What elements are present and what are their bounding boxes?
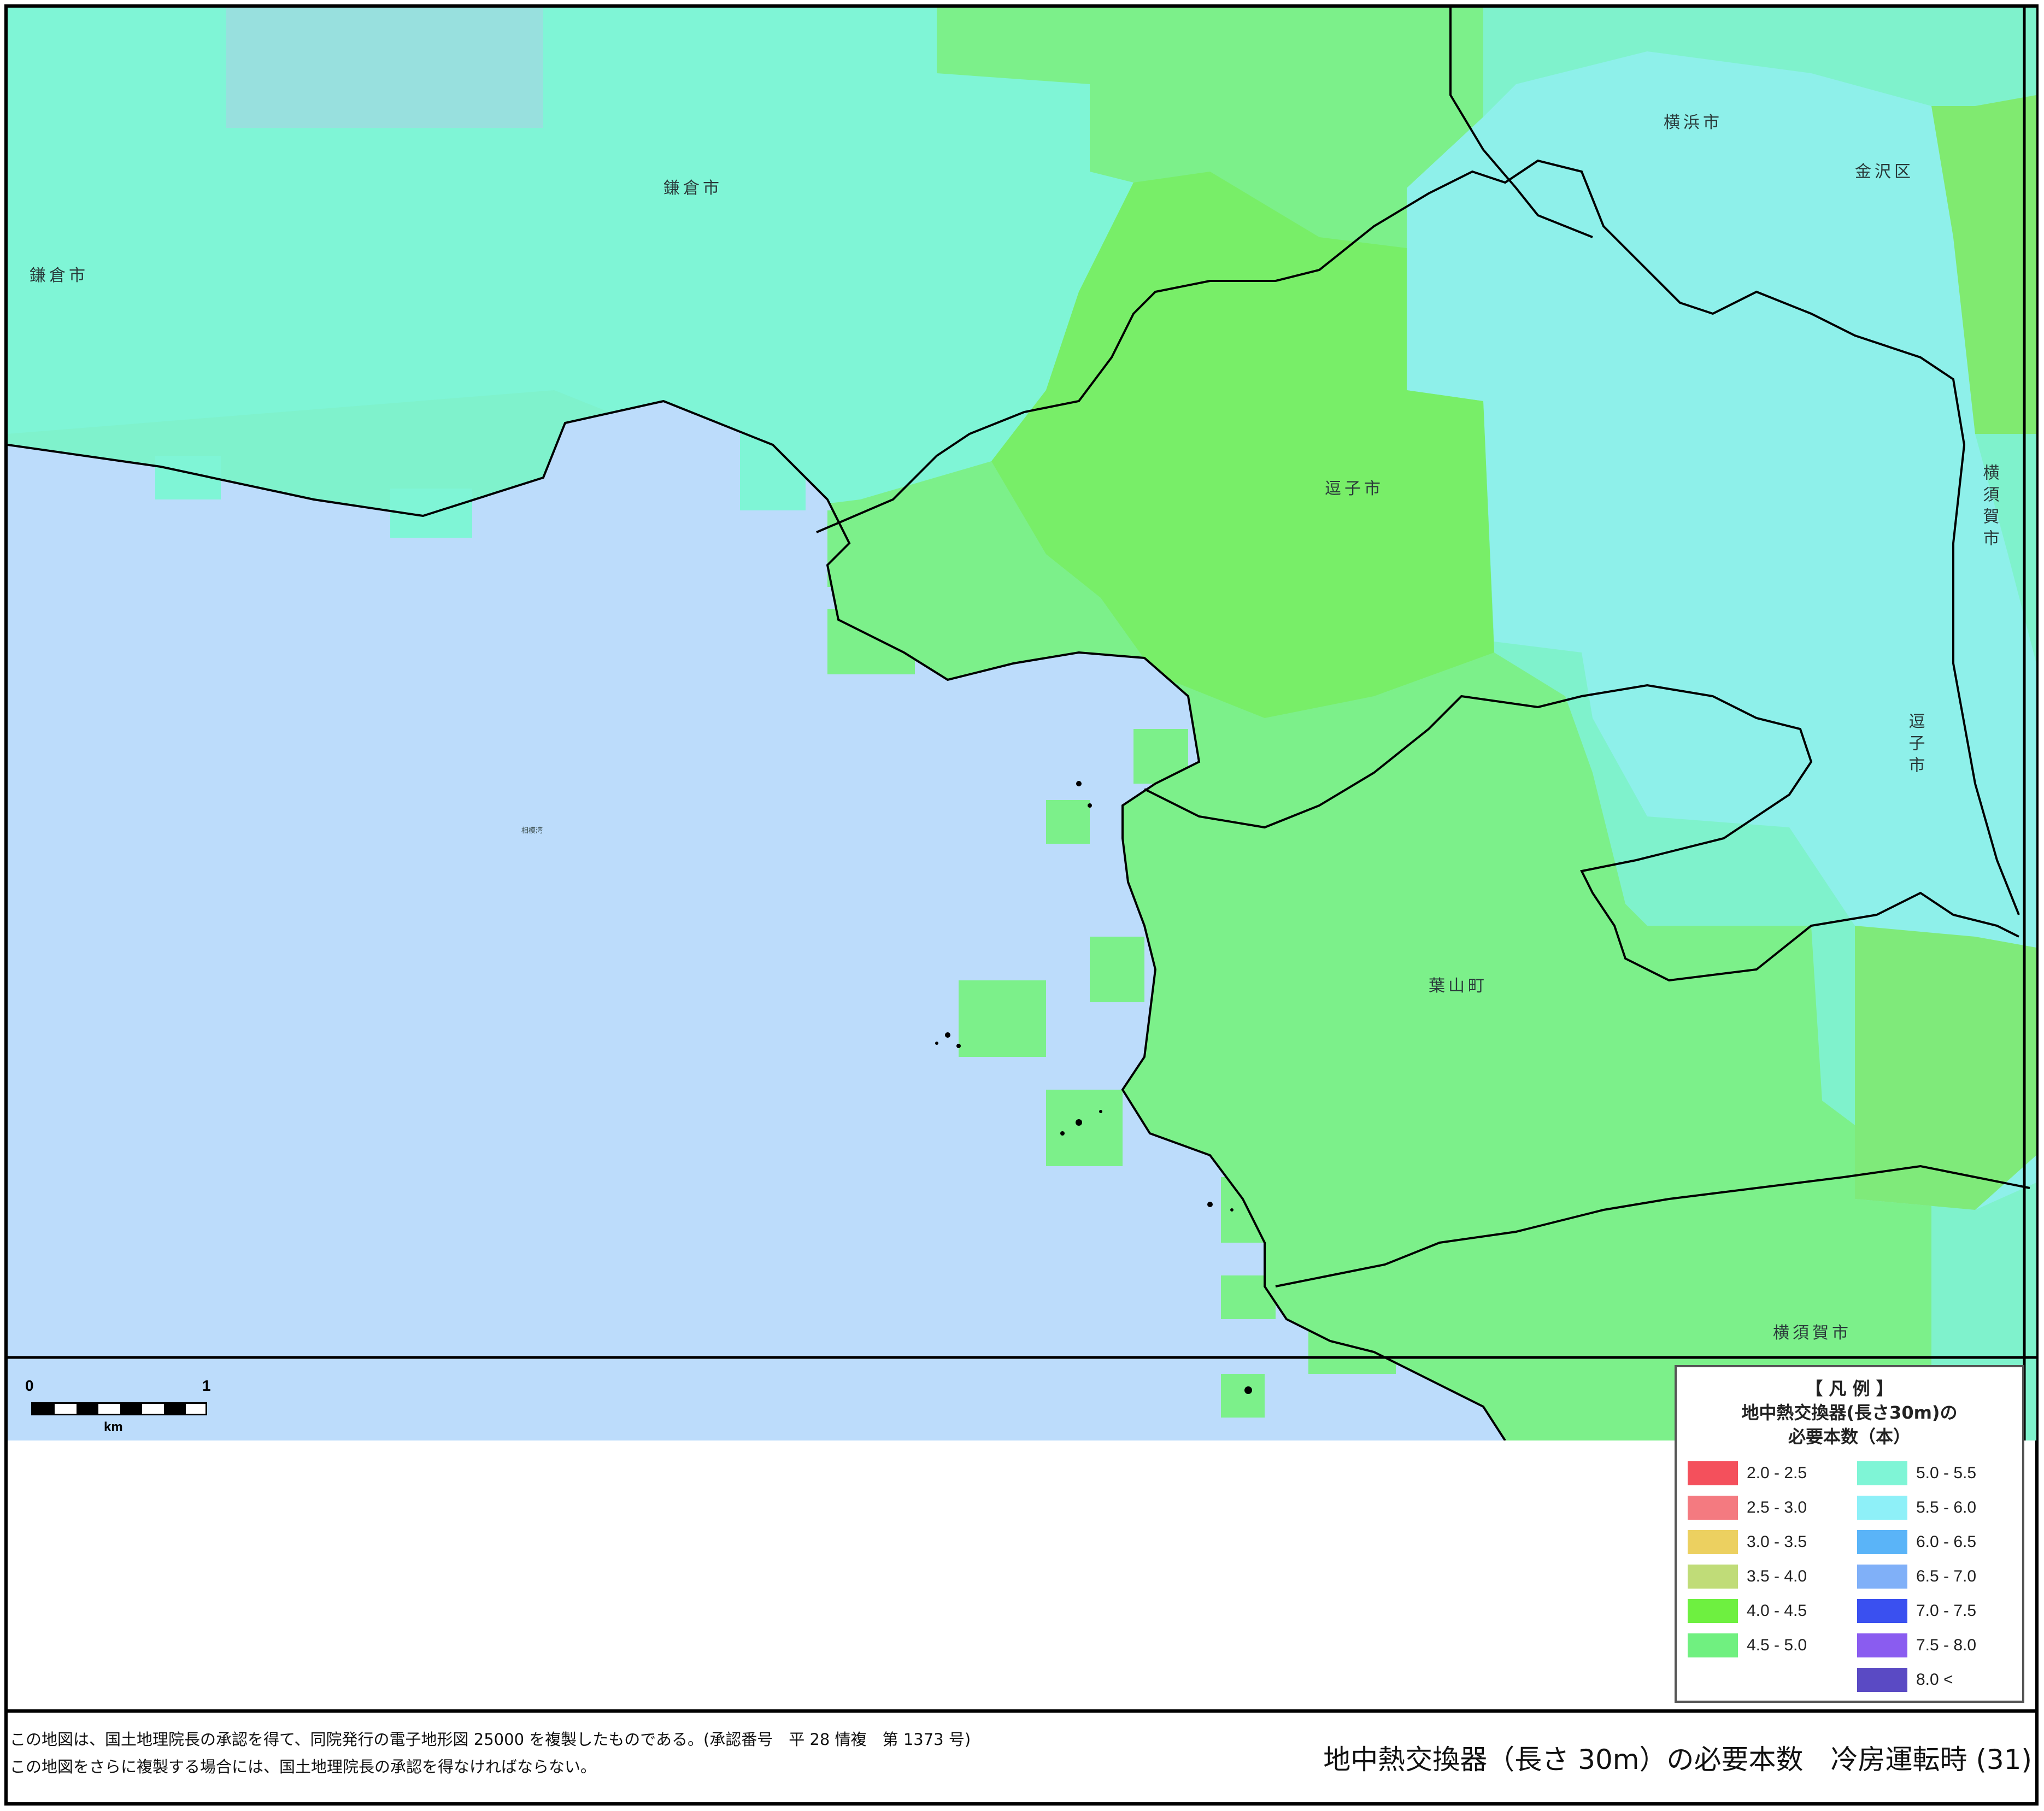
coast-block [1133, 729, 1188, 784]
legend-swatch [1688, 1496, 1738, 1520]
legend-item: 3.5 - 4.0 [1688, 1565, 1807, 1589]
legend: 【 凡 例 】 地中熱交換器(長さ30m)の 必要本数（本） 2.0 - 2.5… [1675, 1365, 2024, 1703]
legend-label: 5.0 - 5.5 [1916, 1464, 1977, 1482]
legend-swatch [1857, 1530, 1907, 1554]
scale-bar: 0 1 km [22, 1377, 219, 1437]
legend-title-line1: 地中熱交換器(長さ30m)の [1741, 1402, 1958, 1423]
place-label-kamakura-center: 鎌倉市 [663, 179, 723, 198]
place-label-yokosuka-south: 横須賀市 [1773, 1324, 1852, 1343]
legend-label: 6.5 - 7.0 [1916, 1567, 1977, 1585]
legend-item: 7.5 - 8.0 [1857, 1633, 1976, 1657]
legend-swatch [1688, 1599, 1738, 1623]
legend-swatch [1688, 1461, 1738, 1485]
legend-label: 2.5 - 3.0 [1747, 1498, 1807, 1516]
legend-heading: 【 凡 例 】 [1805, 1378, 1894, 1399]
coast-block [1046, 1090, 1123, 1166]
legend-label: 4.5 - 5.0 [1747, 1636, 1807, 1654]
place-label-yokohama: 横浜市 [1664, 113, 1723, 132]
legend-swatch [1857, 1496, 1907, 1520]
legend-item: 7.0 - 7.5 [1857, 1599, 1976, 1623]
copyright-note-line1: この地図は、国土地理院長の承認を得て、同院発行の電子地形図 25000 を複製し… [10, 1730, 971, 1749]
legend-label: 3.5 - 4.0 [1747, 1567, 1807, 1585]
legend-item: 8.0 < [1857, 1668, 1953, 1692]
legend-item: 5.5 - 6.0 [1857, 1496, 1976, 1520]
zone-green-se [1855, 926, 2036, 1210]
legend-swatch [1857, 1461, 1907, 1485]
legend-label: 8.0 < [1916, 1671, 1953, 1689]
legend-item: 5.0 - 5.5 [1857, 1461, 1976, 1485]
legend-item: 3.0 - 3.5 [1688, 1530, 1807, 1554]
legend-swatch [1857, 1633, 1907, 1657]
place-label-zushi-center: 逗子市 [1325, 479, 1384, 498]
legend-swatch [1857, 1668, 1907, 1692]
copyright-note-line2: この地図をさらに複製する場合には、国土地理院長の承認を得なければならない。 [10, 1757, 597, 1776]
place-label-kanazawa: 金沢区 [1855, 162, 1914, 181]
legend-swatch [1688, 1565, 1738, 1589]
coast-block [1090, 937, 1144, 1002]
urban-area [226, 8, 543, 128]
place-label-kamakura-west: 鎌倉市 [30, 266, 89, 285]
place-label-yokosuka-east: 横須賀市 [1980, 464, 2000, 551]
legend-swatch [1857, 1565, 1907, 1589]
legend-title-line2: 必要本数（本） [1788, 1426, 1911, 1447]
scale-graphic [31, 1402, 207, 1415]
map-area[interactable]: 鎌倉市 鎌倉市 逗子市 葉山町 横浜市 金沢区 横須賀市 横須賀市 逗子市 相模… [8, 8, 2036, 1440]
legend-item: 4.0 - 4.5 [1688, 1599, 1807, 1623]
legend-item: 2.0 - 2.5 [1688, 1461, 1807, 1485]
legend-swatch [1688, 1530, 1738, 1554]
coast-block [1221, 1374, 1265, 1418]
coast-block [827, 609, 915, 674]
legend-swatch [1857, 1599, 1907, 1623]
legend-item: 6.0 - 6.5 [1857, 1530, 1976, 1554]
legend-label: 2.0 - 2.5 [1747, 1464, 1807, 1482]
scale-one: 1 [202, 1377, 211, 1394]
place-label-hayama: 葉山町 [1429, 977, 1488, 996]
scale-zero: 0 [25, 1377, 34, 1394]
legend-item: 6.5 - 7.0 [1857, 1565, 1976, 1589]
coast-block [1046, 800, 1090, 844]
legend-label: 7.5 - 8.0 [1916, 1636, 1977, 1654]
legend-label: 3.0 - 3.5 [1747, 1533, 1807, 1551]
coast-block [1221, 1275, 1276, 1319]
coast-block [959, 980, 1046, 1057]
legend-swatch [1688, 1633, 1738, 1657]
place-label-zushi-east: 逗子市 [1906, 713, 1925, 778]
legend-label: 4.0 - 4.5 [1747, 1602, 1807, 1620]
legend-item: 4.5 - 5.0 [1688, 1633, 1807, 1657]
legend-item: 2.5 - 3.0 [1688, 1496, 1807, 1520]
bottom-rule [4, 1709, 2039, 1713]
map-caption: 地中熱交換器（長さ 30m）の必要本数 冷房運転時 (31) [1323, 1744, 2032, 1775]
legend-label: 5.5 - 6.0 [1916, 1498, 1977, 1516]
legend-label: 6.0 - 6.5 [1916, 1533, 1977, 1551]
sea-label: 相模湾 [521, 826, 543, 835]
scale-unit: km [104, 1420, 123, 1434]
map-canvas[interactable]: 鎌倉市 鎌倉市 逗子市 葉山町 横浜市 金沢区 横須賀市 横須賀市 逗子市 相模… [8, 8, 2036, 1440]
legend-label: 7.0 - 7.5 [1916, 1602, 1977, 1620]
coast-block [1308, 1308, 1396, 1374]
